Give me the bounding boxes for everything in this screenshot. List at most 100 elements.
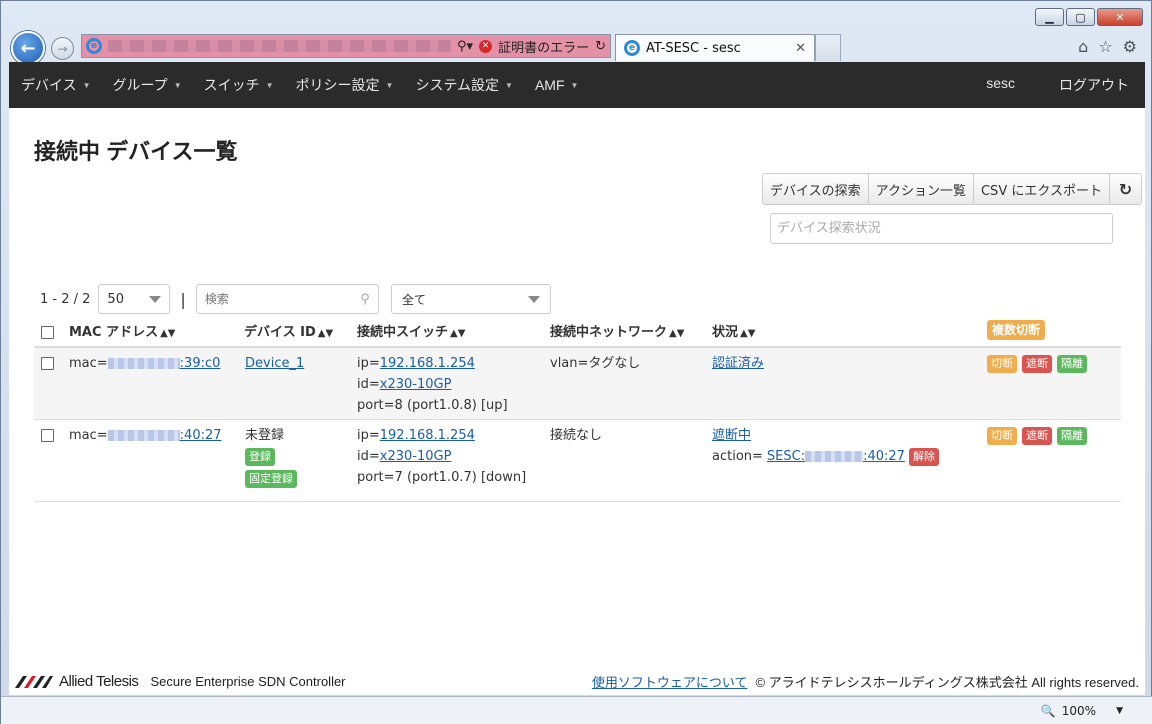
row-checkbox[interactable] bbox=[41, 429, 54, 442]
address-url-blurred[interactable] bbox=[108, 40, 452, 52]
nav-switches[interactable]: スイッチ ▼ bbox=[204, 75, 274, 95]
chevron-down-icon[interactable]: ▼ bbox=[1116, 706, 1123, 716]
logout-link[interactable]: ログアウト bbox=[1059, 75, 1129, 95]
disconnect-button[interactable]: 切断 bbox=[987, 355, 1017, 373]
nav-groups-label: グループ bbox=[112, 77, 168, 93]
close-window-button[interactable]: ✕ bbox=[1097, 8, 1143, 26]
search-input[interactable] bbox=[204, 292, 345, 306]
arrow-left-icon: ← bbox=[20, 37, 36, 59]
page-size-value: 50 bbox=[107, 291, 124, 307]
action-label: action= bbox=[712, 449, 763, 464]
nav-policy[interactable]: ポリシー設定 ▼ bbox=[296, 75, 394, 95]
device-unregistered: 未登録 bbox=[245, 428, 285, 443]
register-button[interactable]: 登録 bbox=[245, 448, 275, 466]
discovery-status-field[interactable] bbox=[770, 213, 1113, 244]
switch-id-link[interactable]: x230-10GP bbox=[380, 449, 452, 464]
mac-suffix: :40:27 bbox=[179, 428, 222, 443]
status-link[interactable]: 認証済み bbox=[712, 356, 764, 371]
refresh-icon[interactable]: ↻ bbox=[595, 39, 606, 54]
quarantine-button[interactable]: 隔離 bbox=[1057, 427, 1087, 445]
sort-icon: ▲▼ bbox=[450, 328, 466, 339]
action-list-button[interactable]: アクション一覧 bbox=[868, 174, 974, 204]
separator: | bbox=[180, 289, 186, 309]
mac-cell: mac= :40:27 bbox=[69, 425, 222, 446]
bulk-disconnect-label: 複数切断 bbox=[987, 320, 1046, 340]
mac-prefix: mac= bbox=[69, 428, 108, 443]
row-checkbox[interactable] bbox=[41, 357, 54, 370]
window-controls: ▁ ▢ ✕ bbox=[1035, 8, 1143, 26]
switch-ip-link[interactable]: 192.168.1.254 bbox=[380, 428, 475, 443]
minimize-button[interactable]: ▁ bbox=[1035, 8, 1064, 26]
gear-icon[interactable]: ⚙ bbox=[1123, 37, 1137, 56]
header-network[interactable]: 接続中ネットワーク ▲▼ bbox=[550, 322, 684, 344]
forward-button[interactable]: → bbox=[51, 37, 74, 60]
tab-close-icon[interactable]: ✕ bbox=[795, 41, 806, 56]
mac-link[interactable]: :40:27 bbox=[107, 428, 222, 443]
search-icon[interactable]: ⚲▾ bbox=[457, 39, 473, 54]
product-name: Secure Enterprise SDN Controller bbox=[150, 674, 346, 689]
block-button[interactable]: 遮断 bbox=[1022, 427, 1052, 445]
header-device-id[interactable]: デバイス ID ▲▼ bbox=[244, 322, 333, 344]
quarantine-button[interactable]: 隔離 bbox=[1057, 355, 1087, 373]
header-switch[interactable]: 接続中スイッチ ▲▼ bbox=[357, 322, 465, 344]
tab-title: AT-SESC - sesc bbox=[646, 40, 741, 56]
refresh-button[interactable]: ↻ bbox=[1109, 174, 1141, 204]
switch-id-link[interactable]: x230-10GP bbox=[380, 377, 452, 392]
nav-user[interactable]: sesc bbox=[986, 75, 1015, 95]
select-all-checkbox[interactable] bbox=[41, 326, 54, 339]
header-status-label: 状況 bbox=[712, 325, 739, 340]
row-actions: 切断 遮断 隔離 bbox=[987, 355, 1087, 373]
filter-select[interactable]: 全て bbox=[390, 284, 551, 314]
switch-cell: ip=192.168.1.254 id=x230-10GP port=7 (po… bbox=[357, 425, 526, 488]
status-link[interactable]: 遮断中 bbox=[712, 428, 751, 443]
blurred-mac bbox=[107, 430, 180, 441]
search-box[interactable]: ⚲ bbox=[195, 284, 379, 314]
bulk-disconnect-button[interactable]: 複数切断 bbox=[987, 320, 1046, 341]
csv-export-button[interactable]: CSV にエクスポート bbox=[973, 174, 1110, 204]
action-prefix: SESC: bbox=[766, 449, 806, 464]
back-button[interactable]: ← bbox=[11, 31, 45, 65]
device-cell: 未登録 登録 固定登録 bbox=[245, 425, 297, 488]
nav-amf[interactable]: AMF ▼ bbox=[535, 77, 578, 93]
tab-ie-icon: e bbox=[624, 40, 640, 56]
nav-groups[interactable]: グループ ▼ bbox=[113, 75, 182, 95]
action-suffix: :40:27 bbox=[863, 449, 905, 464]
ip-label: ip= bbox=[357, 428, 380, 443]
brand-name: Allied Telesis bbox=[59, 673, 139, 690]
home-icon[interactable]: ⌂ bbox=[1078, 37, 1088, 56]
header-status[interactable]: 状況 ▲▼ bbox=[712, 322, 755, 344]
discover-devices-button[interactable]: デバイスの探索 bbox=[763, 174, 869, 204]
new-tab-button[interactable] bbox=[815, 34, 841, 61]
status-cell: 認証済み bbox=[712, 353, 764, 374]
block-button[interactable]: 遮断 bbox=[1022, 355, 1052, 373]
switch-ip-link[interactable]: 192.168.1.254 bbox=[380, 356, 475, 371]
chevron-down-icon: ▼ bbox=[385, 80, 394, 90]
caret-down-icon bbox=[149, 295, 162, 303]
device-link[interactable]: Device_1 bbox=[245, 356, 304, 371]
favorites-star-icon[interactable]: ☆ bbox=[1098, 37, 1112, 56]
fixed-register-button[interactable]: 固定登録 bbox=[245, 470, 297, 488]
maximize-button[interactable]: ▢ bbox=[1066, 8, 1095, 26]
nav-system[interactable]: システム設定 ▼ bbox=[415, 75, 513, 95]
browser-tab[interactable]: e AT-SESC - sesc ✕ bbox=[615, 34, 815, 61]
mac-link[interactable]: :39:c0 bbox=[107, 356, 220, 371]
zoom-level[interactable]: 100% bbox=[1062, 704, 1096, 718]
header-mac[interactable]: MAC アドレス ▲▼ bbox=[69, 322, 175, 344]
ip-label: ip= bbox=[357, 356, 380, 371]
page-size-select[interactable]: 50 bbox=[98, 284, 171, 314]
address-bar[interactable]: e ⚲▾ ✕ 証明書のエラー ↻ bbox=[81, 34, 611, 58]
switch-cell: ip=192.168.1.254 id=x230-10GP port=8 (po… bbox=[357, 353, 508, 416]
release-button[interactable]: 解除 bbox=[908, 447, 939, 466]
cert-error-icon: ✕ bbox=[479, 39, 493, 53]
header-device-id-label: デバイス ID bbox=[244, 325, 316, 340]
id-label: id= bbox=[357, 377, 380, 392]
header-switch-label: 接続中スイッチ bbox=[357, 325, 449, 340]
mac-cell: mac=:39:c0 bbox=[69, 353, 220, 374]
disconnect-button[interactable]: 切断 bbox=[987, 427, 1017, 445]
cert-error-label[interactable]: 証明書のエラー bbox=[498, 37, 589, 56]
action-link[interactable]: SESC: :40:27 bbox=[767, 446, 905, 467]
row-actions: 切断 遮断 隔離 bbox=[987, 427, 1087, 445]
software-info-link[interactable]: 使用ソフトウェアについて bbox=[592, 672, 748, 691]
ie-icon: e bbox=[86, 38, 102, 54]
nav-devices[interactable]: デバイス ▼ bbox=[21, 75, 91, 95]
